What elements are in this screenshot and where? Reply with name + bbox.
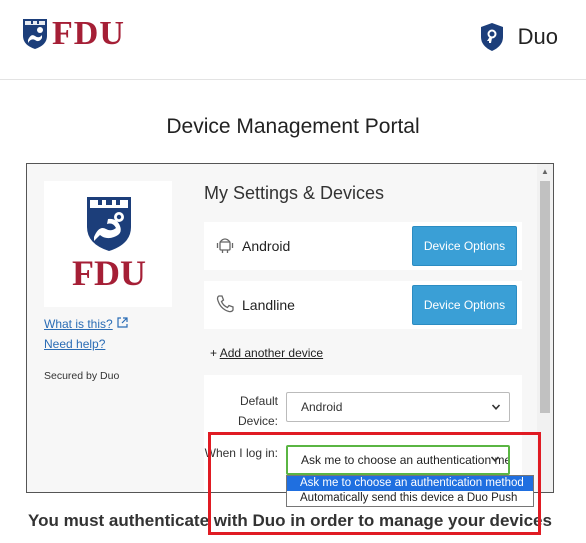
when-login-value: Ask me to choose an authentication metho…	[301, 453, 508, 467]
default-device-label: Default Device:	[237, 394, 278, 428]
add-device: + Add another device	[210, 346, 323, 360]
device-row-android: Android Device Options	[204, 222, 522, 270]
scrollbar[interactable]: ▲	[537, 164, 553, 492]
android-icon	[216, 238, 234, 253]
scroll-up-arrow-icon[interactable]: ▲	[537, 164, 553, 180]
duo-brand-name: Duo	[517, 24, 558, 49]
add-plus: +	[210, 346, 218, 360]
dropdown-option-auto-push[interactable]: Automatically send this device a Duo Pus…	[287, 491, 533, 506]
device-name: Android	[242, 238, 291, 254]
what-is-this-link[interactable]: What is this?	[44, 317, 113, 331]
phone-icon	[216, 295, 234, 313]
fdu-large-logo: FDU	[65, 195, 153, 291]
fdu-crest-icon	[87, 197, 131, 251]
fdu-logo: FDU	[22, 14, 125, 54]
secured-by-text: Secured by Duo	[44, 370, 120, 382]
default-device-value: Android	[301, 400, 343, 414]
duo-brand: Duo	[480, 20, 558, 54]
external-link-icon[interactable]	[117, 317, 128, 328]
org-logo-card: FDU	[44, 181, 172, 307]
fdu-wordmark: FDU	[52, 15, 125, 52]
fdu-large-wordmark: FDU	[72, 253, 146, 293]
scroll-thumb[interactable]	[540, 181, 550, 413]
device-name: Landline	[242, 297, 295, 313]
settings-heading: My Settings & Devices	[204, 183, 385, 203]
when-login-dropdown-list: Ask me to choose an authentication metho…	[286, 475, 534, 507]
dropdown-option-choose-method[interactable]: Ask me to choose an authentication metho…	[287, 476, 533, 491]
default-device-select[interactable]: Android	[286, 392, 510, 422]
chevron-down-icon	[490, 456, 500, 462]
page-title: Device Management Portal	[166, 115, 420, 138]
chevron-down-icon	[491, 404, 501, 410]
add-another-device-link[interactable]: Add another device	[220, 346, 323, 360]
duo-frame: ▲ FDU What is this? Need help? Secured b…	[26, 163, 554, 493]
device-row-landline: Landline Device Options	[204, 281, 522, 329]
need-help-link[interactable]: Need help?	[44, 337, 105, 351]
duo-shield-icon	[480, 23, 503, 51]
device-options-button-android[interactable]: Device Options	[412, 226, 517, 266]
device-options-button-landline[interactable]: Device Options	[412, 285, 517, 325]
authenticate-message: You must authenticate with Duo in order …	[28, 511, 552, 530]
when-login-label: When I log in:	[204, 446, 278, 460]
when-login-select[interactable]: Ask me to choose an authentication metho…	[286, 445, 510, 475]
page-header: FDU Duo	[0, 0, 586, 80]
fdu-shield-icon	[23, 19, 47, 49]
